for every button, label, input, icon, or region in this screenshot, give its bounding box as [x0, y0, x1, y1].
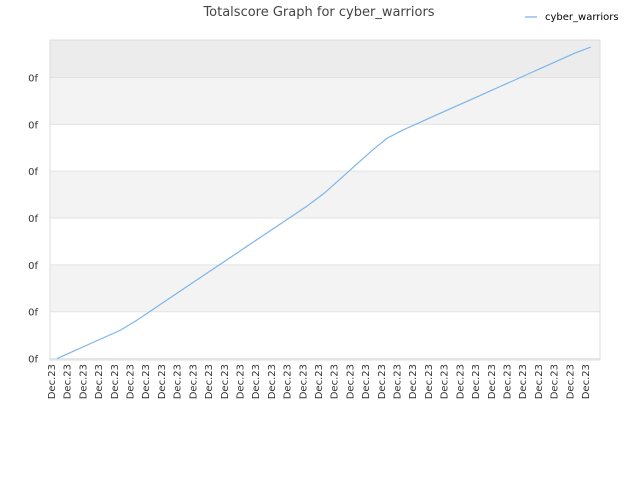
plot-band — [50, 311, 600, 359]
x-tick-label: Dec.23 — [518, 364, 529, 399]
x-tick-label: Dec.23 — [110, 364, 121, 399]
y-tick-label: 0f — [28, 120, 38, 131]
x-tick-label: Dec.23 — [424, 364, 435, 399]
y-tick-label: 0f — [28, 167, 38, 178]
x-tick-label: Dec.23 — [251, 364, 262, 399]
x-tick-label: Dec.23 — [345, 364, 356, 399]
totalscore-chart: 0f0f0f0f0f0f0f Dec.23 Dec.23 Dec.23 Dec.23 D… — [28, 5, 619, 399]
x-tick-label: Dec.23 — [267, 364, 278, 399]
x-tick-label: Dec.23 — [408, 364, 419, 399]
x-tick-label: Dec.23 — [550, 364, 561, 399]
x-axis-ticks: Dec.23 Dec.23 Dec.23 Dec.23 Dec.23 Dec.23 Dec.… — [47, 364, 592, 399]
x-tick-label: Dec.23 — [440, 364, 451, 399]
x-tick-label: Dec.23 — [283, 364, 294, 399]
y-tick-label: 0f — [28, 214, 38, 225]
y-tick-label: 0f — [28, 308, 38, 319]
y-tick-label: 0f — [28, 355, 38, 366]
plot-band — [50, 171, 600, 219]
x-tick-label: Dec.23 — [502, 364, 513, 399]
legend-label: cyber_warriors — [545, 12, 619, 23]
x-tick-label: Dec.23 — [188, 364, 199, 399]
plot-band — [50, 77, 600, 125]
x-tick-label: Dec.23 — [157, 364, 168, 399]
plot-band — [50, 124, 600, 172]
x-tick-label: Dec.23 — [94, 364, 105, 399]
x-tick-label: Dec.23 — [47, 364, 58, 399]
x-tick-label: Dec.23 — [455, 364, 466, 399]
x-tick-label: Dec.23 — [377, 364, 388, 399]
x-tick-label: Dec.23 — [361, 364, 372, 399]
x-tick-label: Dec.23 — [126, 364, 137, 399]
x-tick-label: Dec.23 — [173, 364, 184, 399]
plot-band — [50, 40, 600, 78]
x-tick-label: Dec.23 — [78, 364, 89, 399]
x-tick-label: Dec.23 — [235, 364, 246, 399]
x-tick-label: Dec.23 — [63, 364, 74, 399]
x-tick-label: Dec.23 — [534, 364, 545, 399]
chart-title: Totalscore Graph for cyber_warriors — [202, 5, 434, 20]
x-tick-label: Dec.23 — [298, 364, 309, 399]
plot-band — [50, 264, 600, 312]
y-tick-label: 0f — [28, 261, 38, 272]
x-tick-label: Dec.23 — [330, 364, 341, 399]
x-tick-label: Dec.23 — [220, 364, 231, 399]
y-axis-ticks: 0f 0f 0f 0f 0f 0f 0f — [28, 73, 38, 365]
x-tick-label: Dec.23 — [141, 364, 152, 399]
x-tick-label: Dec.23 — [581, 364, 592, 399]
x-tick-label: Dec.23 — [565, 364, 576, 399]
x-tick-label: Dec.23 — [471, 364, 482, 399]
x-tick-label: Dec.23 — [314, 364, 325, 399]
y-tick-label: 0f — [28, 73, 38, 84]
x-tick-label: Dec.23 — [393, 364, 404, 399]
x-tick-label: Dec.23 — [204, 364, 215, 399]
legend[interactable]: cyber_warriors — [525, 12, 619, 23]
x-tick-label: Dec.23 — [487, 364, 498, 399]
plot-band — [50, 218, 600, 265]
